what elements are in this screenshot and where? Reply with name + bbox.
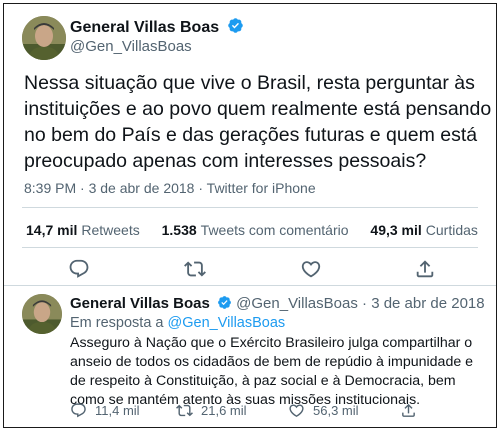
reply-retweet-button[interactable]: 21,6 mil [176,402,247,419]
quotes-count: 1.538 [161,222,197,238]
tweet-time[interactable]: 8:39 PM [24,180,76,196]
divider [22,207,478,208]
reply-replies-count: 11,4 mil [95,403,140,418]
reply-like-button[interactable]: 56,3 mil [288,402,359,419]
author-name[interactable]: General Villas Boas [70,17,244,37]
likes-stat[interactable]: 49,3 mil Curtidas [370,222,478,238]
retweet-icon[interactable] [184,258,206,280]
tweet-card: General Villas Boas @Gen_VillasBoas Ness… [3,3,497,428]
reply-actions: 11,4 mil 21,6 mil 56,3 mil [4,402,498,422]
quotes-label: Tweets com comentário [200,222,349,238]
tweet-date[interactable]: 3 de abr de 2018 [89,180,195,196]
meta-separator: · [362,295,368,312]
verified-badge-icon [218,296,231,309]
tweet-text: Nessa situação que vive o Brasil, resta … [24,72,492,172]
reply-author-name[interactable]: General Villas Boas [70,295,210,312]
divider [4,285,496,286]
reply-share-button[interactable] [400,402,425,419]
reply-to-prefix: Em resposta a [70,315,164,331]
tweet-stats: 14,7 mil Retweets 1.538 Tweets com comentá… [26,222,496,238]
like-icon[interactable] [300,258,322,280]
retweet-icon [176,404,193,417]
retweets-count: 14,7 mil [26,222,78,238]
likes-label: Curtidas [425,222,478,238]
reply-reply-button[interactable]: 11,4 mil [70,402,140,419]
verified-badge-icon [227,18,243,33]
share-icon [402,403,415,417]
quotes-stat[interactable]: 1.538 Tweets com comentário [162,222,349,238]
reply-likes-count: 56,3 mil [313,403,359,418]
reply-author-handle[interactable]: @Gen_VillasBoas [236,295,358,312]
meta-separator: · [198,180,204,196]
reply-author-avatar[interactable] [22,294,62,334]
reply-icon[interactable] [68,258,90,280]
author-avatar[interactable] [22,16,66,60]
reply-header: General Villas Boas @Gen_VillasBoas · 3 … [70,295,485,312]
reply-to-handle-link[interactable]: @Gen_VillasBoas [168,315,286,331]
divider [22,247,478,248]
tweet-actions [4,258,498,284]
share-icon[interactable] [414,258,436,280]
retweets-label: Retweets [81,222,140,238]
tweet-meta: 8:39 PM · 3 de abr de 2018 · Twitter for… [24,180,316,196]
reply-date[interactable]: 3 de abr de 2018 [371,295,484,312]
reply-text: Asseguro à Nação que o Exército Brasilei… [70,335,474,408]
reply-to-line: Em resposta a @Gen_VillasBoas [70,315,285,331]
meta-separator: · [80,180,85,196]
author-handle[interactable]: @Gen_VillasBoas [70,38,192,55]
reply-retweets-count: 21,6 mil [201,403,247,418]
like-icon [289,404,304,417]
retweets-stat[interactable]: 14,7 mil Retweets [26,222,140,238]
reply-icon [71,403,86,418]
tweet-source[interactable]: Twitter for iPhone [207,180,316,196]
author-name-text[interactable]: General Villas Boas [70,19,219,36]
likes-count: 49,3 mil [370,222,422,238]
